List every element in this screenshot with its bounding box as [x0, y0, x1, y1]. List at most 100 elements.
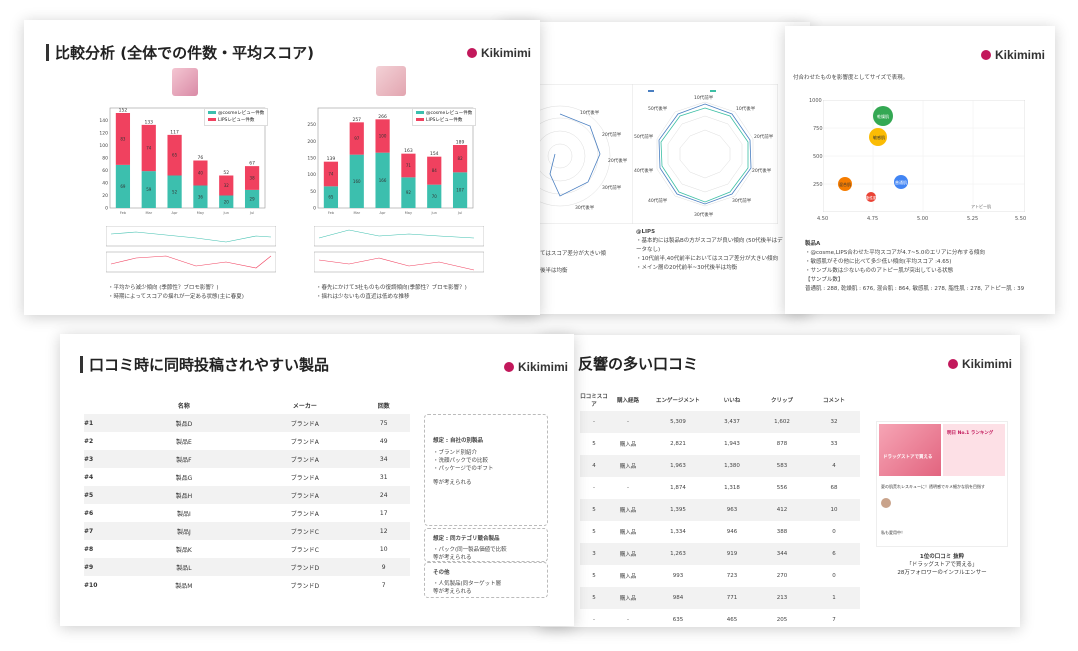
table-cell: 344: [756, 543, 808, 565]
x-tick-label: Apr: [172, 211, 179, 215]
note-line: てはスコア差分が大きい傾: [540, 251, 606, 257]
caption-line: 28万フォロワーのインフルエンサー: [897, 570, 987, 576]
table-cell: 製品E: [176, 438, 192, 446]
table-cell: 1,963: [648, 455, 708, 477]
bar-value-label: 70: [432, 194, 438, 199]
radar-label: 20代後半: [752, 167, 772, 174]
table-cell: 2,821: [670, 441, 686, 447]
table-cell: -: [593, 485, 595, 491]
bar-total-label: 266: [378, 114, 387, 120]
table-row: 5 購入品 984 771 213 1: [580, 587, 860, 609]
y-tick-label: 80: [102, 156, 108, 162]
box-item: ・洗顔パックでの比較: [433, 458, 489, 464]
bar-value-label: 107: [456, 188, 464, 193]
slide-radar-compare: 10代後半 20代前半 20代後半 30代前半 30代後半 10代前半 10代後…: [500, 22, 810, 314]
brand-logo: Kikimimi: [948, 357, 1012, 371]
legend-lips: LIPSレビュー件数: [426, 118, 463, 123]
slide-subtitle: 付合わせたものを影響度としてサイズで表現。: [793, 75, 909, 81]
bar-total-label: 52: [223, 170, 229, 176]
brand-name: Kikimimi: [518, 360, 569, 374]
table-row: #9 製品L ブランドD 9: [84, 558, 410, 576]
bar-total-label: 163: [404, 148, 413, 154]
hypothesis-box-competitor: 想定 : 同カテゴリ競合製品 ・パック(同一製品価値で比較 等が考えられる: [424, 528, 548, 562]
notes-right: ・春先にかけて3社ものもの復調傾向(季節性？ブロモ影響？) ・揺れは少ないもの直…: [316, 284, 516, 302]
table-cell: 946: [726, 529, 738, 535]
table-cell: 9: [357, 558, 410, 576]
engagement-table: 口コミスコア 購入経路 エンゲージメント いいね クリップ コメント - -5,3…: [580, 389, 860, 627]
table-cell: 製品L: [115, 558, 253, 576]
review-image-text: ドラッグストアで買える: [883, 455, 933, 460]
table-cell: 購入品: [608, 455, 648, 477]
bar-value-label: 59: [146, 187, 152, 192]
slide-title-text: 反響の多い口コミ: [578, 355, 699, 373]
column-header: メーカー: [292, 402, 317, 410]
radar-label: 10代後半: [736, 105, 756, 112]
table-cell: 919: [708, 543, 756, 565]
table-cell: ブランドA: [252, 450, 358, 468]
bar-total-label: 67: [249, 161, 255, 167]
table-cell: ブランドA: [290, 474, 319, 482]
table-cell: 31: [379, 473, 388, 481]
table-cell: 10: [808, 499, 860, 521]
table-cell: #8: [84, 545, 94, 553]
bar-total-label: 117: [170, 129, 179, 135]
table-cell: 4: [808, 455, 860, 477]
note-line: ・10代前半,40代前半においてはスコア差分が大きい傾向: [636, 256, 778, 262]
y-tick-label: 140: [99, 118, 108, 124]
review-card[interactable]: ドラッグストアで買える 明日 No.1 ランキング 夏の肌荒れレスキューに！透明…: [876, 421, 1008, 547]
note-line: ・揺れは少ないもの直近は低めな推移: [316, 294, 410, 300]
bar-total-label: 257: [352, 117, 361, 123]
bar-value-label: 38: [250, 176, 256, 181]
note-line: ・@cosme,LIPS合わせた平均スコアが4.7~5.0のエリアに分布する傾向: [805, 250, 985, 256]
table-cell: 68: [830, 485, 838, 491]
table-cell: 33: [830, 441, 838, 447]
column-header: コメント: [822, 398, 845, 404]
table-cell: 製品D: [115, 414, 253, 432]
y-tick-label: 200: [307, 139, 316, 145]
bar-value-label: 65: [172, 153, 178, 158]
column-header: 名称: [177, 402, 190, 410]
legend-cosme: @cosmeレビュー件数: [218, 111, 265, 116]
slide-title: 反響の多い口コミ: [578, 353, 698, 374]
table-cell: 3,437: [708, 411, 756, 433]
table-row: - -5,309 3,437 1,602 32: [580, 411, 860, 433]
table-cell: 205: [776, 617, 788, 623]
table-cell: ブランドD: [290, 582, 320, 590]
column-header: エンゲージメント: [656, 398, 700, 404]
bar-value-label: 100: [379, 134, 387, 139]
bar-value-label: 84: [432, 168, 438, 173]
table-cell: 270: [776, 573, 788, 579]
bar-value-label: 166: [379, 178, 387, 183]
bar-value-label: 97: [354, 136, 360, 141]
box-item: ・ブランド別紹介: [433, 450, 478, 456]
bar-total-label: 152: [119, 108, 128, 114]
bar-value-label: 74: [146, 146, 152, 151]
radar-label: 10代前半: [694, 94, 714, 101]
radar-left-notes: てはスコア差分が大きい傾 後半は均衡: [540, 250, 630, 276]
review-caption: 1位の口コミ 抜粋 「ドラッグストアで買える」 28万フォロワーのインフルエンサ…: [876, 553, 1008, 577]
table-row: #6 製品I ブランドA 17: [84, 504, 410, 522]
bar-value-label: 20: [224, 199, 230, 204]
radar-label: 30代前半: [732, 197, 752, 204]
note-line: ・平均から減少傾向 (季節性？ブロモ影響？): [108, 285, 219, 291]
bar-value-label: 36: [198, 194, 204, 199]
table-cell: 1,395: [648, 499, 708, 521]
slide-title-text: 比較分析 (全体での件数・平均スコア): [55, 44, 314, 62]
table-cell: #4: [84, 473, 94, 481]
table-cell: 7: [832, 617, 836, 623]
box-foot: 等が考えられる: [433, 589, 472, 595]
table-cell: 388: [776, 529, 788, 535]
column-header: いいね: [723, 398, 741, 404]
table-cell: 6: [808, 543, 860, 565]
bar-total-label: 76: [198, 155, 204, 161]
table-cell: 24: [357, 486, 410, 504]
table-cell: 1,263: [648, 543, 708, 565]
logo-icon: [467, 48, 477, 58]
bar-value-label: 71: [406, 163, 412, 168]
note-line: ・敏感肌がその他に比べて多少低い傾向(平均スコア :4.65): [805, 259, 952, 265]
slide-title-text: 口コミ時に同時投稿されやすい製品: [89, 356, 330, 374]
table-cell: 購入品: [619, 574, 637, 580]
table-cell: ブランドC: [252, 522, 358, 540]
radar-label: 40代前半: [648, 197, 668, 204]
table-row: #2 製品E ブランドA 49: [84, 432, 410, 450]
